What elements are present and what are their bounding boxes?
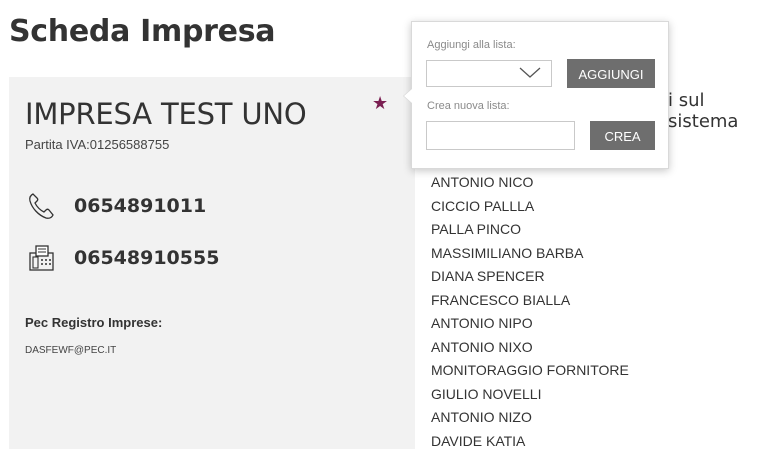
new-list-input[interactable] bbox=[426, 121, 575, 150]
list-item: MASSIMILIANO BARBA bbox=[431, 242, 629, 266]
vat-number: Partita IVA:01256588755 bbox=[25, 137, 169, 152]
list-item: ANTONIO NIZO bbox=[431, 406, 629, 430]
add-to-list-popover: Aggiungi alla lista: AGGIUNGI Crea nuova… bbox=[411, 21, 669, 169]
chevron-down-icon bbox=[519, 67, 541, 79]
fax-icon bbox=[26, 243, 56, 273]
company-card: IMPRESA TEST UNO ★ Partita IVA:012565887… bbox=[9, 77, 415, 449]
phone-row: 0654891011 bbox=[26, 191, 206, 221]
phone-number: 0654891011 bbox=[74, 195, 206, 217]
pec-value: DASFEWF@PEC.IT bbox=[25, 345, 116, 356]
phone-icon bbox=[26, 191, 56, 221]
pec-label: Pec Registro Imprese: bbox=[25, 315, 162, 330]
list-item: CICCIO PALLLA bbox=[431, 195, 629, 219]
new-list-label: Crea nuova lista: bbox=[427, 100, 510, 112]
page-title: Scheda Impresa bbox=[9, 14, 275, 49]
list-item: ANTONIO NICO bbox=[431, 171, 629, 195]
names-list: ANTONIO NICO CICCIO PALLLA PALLA PINCO M… bbox=[431, 171, 629, 453]
fax-row: 06548910555 bbox=[26, 243, 219, 273]
create-button[interactable]: CREA bbox=[590, 121, 655, 150]
section-header: i sul sistema bbox=[668, 90, 779, 132]
add-to-list-label: Aggiungi alla lista: bbox=[427, 39, 516, 51]
company-name: IMPRESA TEST UNO bbox=[25, 97, 306, 131]
list-item: GIULIO NOVELLI bbox=[431, 383, 629, 407]
list-item: DIANA SPENCER bbox=[431, 265, 629, 289]
fax-number: 06548910555 bbox=[74, 247, 219, 269]
list-select[interactable] bbox=[426, 60, 552, 87]
list-item: ANTONIO NIXO bbox=[431, 336, 629, 360]
add-button[interactable]: AGGIUNGI bbox=[567, 59, 655, 88]
list-item: FRANCESCO BIALLA bbox=[431, 289, 629, 313]
list-item: MONITORAGGIO FORNITORE bbox=[431, 359, 629, 383]
list-item: DAVIDE KATIA bbox=[431, 430, 629, 453]
list-item: PALLA PINCO bbox=[431, 218, 629, 242]
star-icon[interactable]: ★ bbox=[372, 93, 388, 114]
list-item: ANTONIO NIPO bbox=[431, 312, 629, 336]
